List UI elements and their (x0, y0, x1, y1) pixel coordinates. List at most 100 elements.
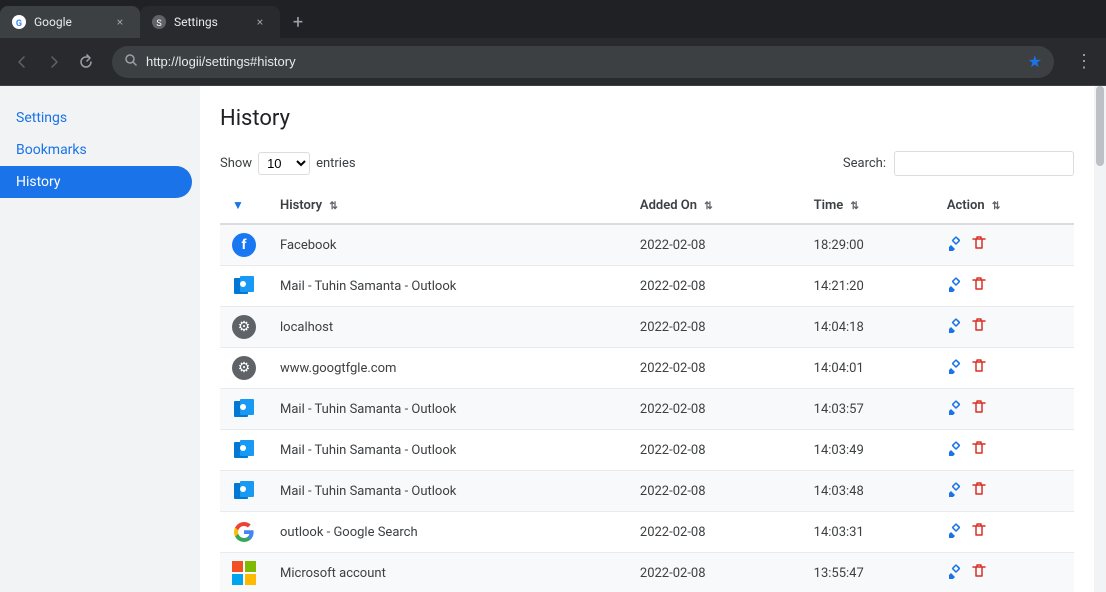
delete-button[interactable] (971, 317, 987, 337)
bookmark-star-icon[interactable]: ★ (1028, 52, 1042, 71)
row-time-cell: 18:29:00 (802, 224, 935, 266)
table-row: f Facebook 2022-02-08 18:29:00 (220, 224, 1074, 266)
search-icon (124, 53, 138, 71)
row-action-cell (935, 389, 1074, 430)
row-time-cell: 14:03:48 (802, 471, 935, 512)
sort-down-icon: ▼ (232, 198, 244, 212)
row-action-cell (935, 553, 1074, 592)
row-time-cell: 14:03:49 (802, 430, 935, 471)
row-action-cell (935, 512, 1074, 553)
table-row: ⚙ www.googtfgle.com 2022-02-08 14:04:01 (220, 348, 1074, 389)
row-title-cell: www.googtfgle.com (268, 348, 628, 389)
new-tab-button[interactable]: + (284, 8, 312, 36)
sidebar-item-bookmarks[interactable]: Bookmarks (0, 134, 192, 166)
edit-button[interactable] (947, 358, 963, 378)
delete-button[interactable] (971, 399, 987, 419)
gear-favicon: ⚙ (232, 315, 256, 339)
outlook-favicon (232, 397, 256, 421)
search-label: Search: (843, 156, 886, 171)
action-buttons (947, 358, 1062, 378)
row-title-cell: Mail - Tuhin Samanta - Outlook (268, 389, 628, 430)
th-added-on[interactable]: Added On ⇅ (628, 188, 802, 224)
table-row: ⚙ localhost 2022-02-08 14:04:18 (220, 307, 1074, 348)
row-action-cell (935, 307, 1074, 348)
th-history[interactable]: History ⇅ (268, 188, 628, 224)
action-buttons (947, 481, 1062, 501)
edit-button[interactable] (947, 481, 963, 501)
row-title-cell: Facebook (268, 224, 628, 266)
content-area: Settings Bookmarks History History Show … (0, 86, 1106, 592)
th-added-on-label: Added On (640, 198, 697, 213)
forward-button[interactable] (40, 48, 68, 76)
tab-settings-close[interactable]: × (252, 14, 268, 30)
delete-button[interactable] (971, 276, 987, 296)
site-favicon (232, 561, 256, 585)
sidebar-item-settings[interactable]: Settings (0, 102, 192, 134)
table-row: Mail - Tuhin Samanta - Outlook 2022-02-0… (220, 266, 1074, 307)
scrollbar[interactable] (1094, 86, 1106, 592)
row-favicon-cell (220, 430, 268, 471)
edit-button[interactable] (947, 563, 963, 583)
entries-select[interactable]: 10 25 50 100 (258, 152, 310, 175)
scrollbar-thumb[interactable] (1096, 86, 1104, 166)
row-added-on-cell: 2022-02-08 (628, 224, 802, 266)
facebook-favicon: f (232, 233, 256, 257)
row-favicon-cell: ⚙ (220, 307, 268, 348)
tab-google-close[interactable]: × (112, 14, 128, 30)
site-favicon: ⚙ (232, 315, 256, 339)
row-added-on-cell: 2022-02-08 (628, 553, 802, 592)
row-added-on-cell: 2022-02-08 (628, 471, 802, 512)
google-favicon (232, 520, 256, 544)
outlook-favicon (232, 479, 256, 503)
added-on-sort-icon: ⇅ (704, 201, 712, 212)
address-bar[interactable]: ★ (112, 46, 1054, 78)
tab-google[interactable]: G Google × (0, 6, 140, 38)
delete-button[interactable] (971, 481, 987, 501)
address-input[interactable] (146, 54, 1020, 69)
row-time-cell: 14:21:20 (802, 266, 935, 307)
show-label: Show (220, 156, 252, 171)
delete-button[interactable] (971, 358, 987, 378)
tab-settings[interactable]: S Settings × (140, 6, 280, 38)
sidebar-item-history[interactable]: History (0, 166, 192, 198)
search-input[interactable] (894, 151, 1074, 176)
delete-button[interactable] (971, 440, 987, 460)
main-content: History Show 10 25 50 100 entries Search… (200, 86, 1094, 592)
edit-button[interactable] (947, 235, 963, 255)
table-row: outlook - Google Search 2022-02-08 14:03… (220, 512, 1074, 553)
action-buttons (947, 440, 1062, 460)
microsoft-favicon (232, 561, 256, 585)
row-title-cell: Microsoft account (268, 553, 628, 592)
delete-button[interactable] (971, 563, 987, 583)
tab-google-title: Google (34, 15, 104, 29)
row-added-on-cell: 2022-02-08 (628, 307, 802, 348)
sidebar-history-label: History (16, 174, 61, 190)
sidebar-settings-label: Settings (16, 110, 67, 126)
delete-button[interactable] (971, 522, 987, 542)
settings-tab-favicon: S (152, 15, 166, 29)
edit-button[interactable] (947, 522, 963, 542)
action-buttons (947, 563, 1062, 583)
th-history-label: History (280, 198, 322, 213)
gear-favicon: ⚙ (232, 356, 256, 380)
th-action[interactable]: Action ⇅ (935, 188, 1074, 224)
row-time-cell: 14:03:57 (802, 389, 935, 430)
sidebar-bookmarks-label: Bookmarks (16, 142, 87, 158)
svg-text:S: S (156, 19, 161, 29)
browser-menu-button[interactable]: ⋮ (1070, 48, 1098, 76)
action-buttons (947, 399, 1062, 419)
tab-settings-title: Settings (174, 15, 244, 29)
row-action-cell (935, 430, 1074, 471)
delete-button[interactable] (971, 235, 987, 255)
edit-button[interactable] (947, 399, 963, 419)
google-tab-favicon: G (12, 15, 26, 29)
edit-button[interactable] (947, 317, 963, 337)
th-time[interactable]: Time ⇅ (802, 188, 935, 224)
back-button[interactable] (8, 48, 36, 76)
row-action-cell (935, 224, 1074, 266)
edit-button[interactable] (947, 440, 963, 460)
reload-button[interactable] (72, 48, 100, 76)
edit-button[interactable] (947, 276, 963, 296)
row-favicon-cell (220, 471, 268, 512)
row-favicon-cell (220, 553, 268, 592)
